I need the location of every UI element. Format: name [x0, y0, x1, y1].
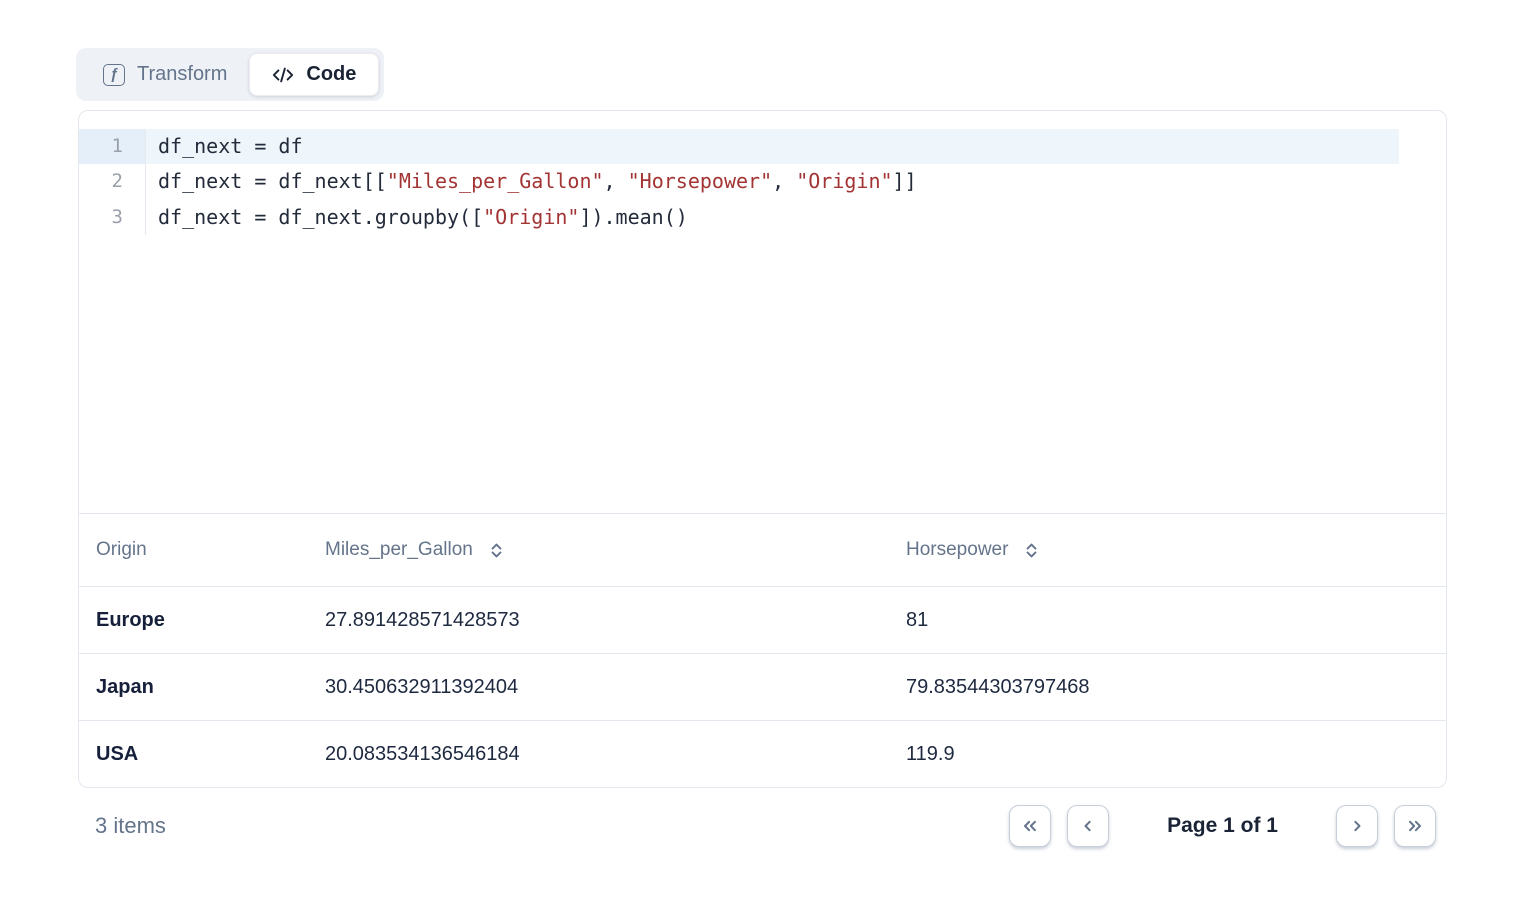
- previous-page-button[interactable]: [1067, 805, 1109, 847]
- cell-miles-per-gallon: 20.083534136546184: [325, 743, 906, 766]
- transform-card: 1df_next = df2df_next = df_next[["Miles_…: [78, 110, 1447, 788]
- column-header-origin: Origin: [79, 539, 325, 561]
- sort-icon[interactable]: [487, 541, 506, 560]
- page-indicator: Page 1 of 1: [1167, 814, 1278, 838]
- table-header-row: Origin Miles_per_Gallon Horsepower: [79, 513, 1446, 586]
- string-token: "Origin": [796, 169, 892, 193]
- column-header-label: Miles_per_Gallon: [325, 539, 473, 561]
- code-token: ]).mean(): [579, 205, 687, 229]
- code-line[interactable]: 2df_next = df_next[["Miles_per_Gallon", …: [79, 164, 1446, 199]
- code-line[interactable]: 1 df_next = df: [79, 129, 1446, 164]
- code-token: df_next = df: [158, 134, 303, 158]
- line-number: 2: [79, 164, 146, 199]
- table-row[interactable]: USA20.083534136546184119.9: [79, 720, 1446, 787]
- first-page-button[interactable]: [1009, 805, 1051, 847]
- code-line[interactable]: 3df_next = df_next.groupby(["Origin"]).m…: [79, 200, 1446, 235]
- code-token: df_next = df_next[[: [158, 169, 387, 193]
- next-page-button[interactable]: [1336, 805, 1378, 847]
- cell-miles-per-gallon: 30.450632911392404: [325, 676, 906, 699]
- cell-miles-per-gallon: 27.891428571428573: [325, 609, 906, 632]
- tab-transform-label: Transform: [137, 63, 227, 86]
- string-token: "Origin": [483, 205, 579, 229]
- table-body: Europe27.89142857142857381Japan30.450632…: [79, 586, 1446, 787]
- tab-code[interactable]: Code: [249, 53, 379, 96]
- last-page-button[interactable]: [1394, 805, 1436, 847]
- string-token: "Miles_per_Gallon": [387, 169, 604, 193]
- view-mode-tabbar: ƒ Transform Code: [76, 48, 384, 101]
- cell-origin: Europe: [79, 609, 325, 632]
- code-text: df_next = df_next[["Miles_per_Gallon", "…: [146, 164, 1446, 199]
- table-row[interactable]: Japan30.45063291139240479.83544303797468: [79, 653, 1446, 720]
- line-number: 3: [79, 200, 146, 235]
- code-token: ,: [604, 169, 628, 193]
- cell-horsepower: 79.83544303797468: [906, 676, 1446, 699]
- cell-origin: Japan: [79, 676, 325, 699]
- column-header-miles-per-gallon: Miles_per_Gallon: [325, 539, 906, 561]
- code-token: df_next = df_next.groupby([: [158, 205, 483, 229]
- cell-origin: USA: [79, 743, 325, 766]
- cell-horsepower: 119.9: [906, 743, 1446, 766]
- column-header-horsepower: Horsepower: [906, 539, 1446, 561]
- string-token: "Horsepower": [628, 169, 773, 193]
- column-header-label: Horsepower: [906, 539, 1008, 561]
- pagination: Page 1 of 1: [1009, 805, 1436, 847]
- table-footer: 3 items Page 1 of 1: [78, 805, 1447, 847]
- tab-code-label: Code: [306, 63, 356, 86]
- code-editor[interactable]: 1df_next = df2df_next = df_next[["Miles_…: [79, 111, 1446, 513]
- line-number: 1: [79, 129, 146, 164]
- items-count: 3 items: [95, 813, 166, 839]
- result-table: Origin Miles_per_Gallon Horsepower: [79, 513, 1446, 787]
- column-header-label: Origin: [96, 539, 147, 561]
- code-token: ]]: [893, 169, 917, 193]
- code-token: ,: [772, 169, 796, 193]
- tab-transform[interactable]: ƒ Transform: [81, 53, 249, 96]
- table-row[interactable]: Europe27.89142857142857381: [79, 586, 1446, 653]
- function-icon: ƒ: [103, 64, 125, 86]
- code-text: df_next = df_next.groupby(["Origin"]).me…: [146, 200, 1446, 235]
- code-text: df_next = df: [146, 129, 1399, 164]
- cell-horsepower: 81: [906, 609, 1446, 632]
- code-icon: [272, 64, 294, 86]
- sort-icon[interactable]: [1022, 541, 1041, 560]
